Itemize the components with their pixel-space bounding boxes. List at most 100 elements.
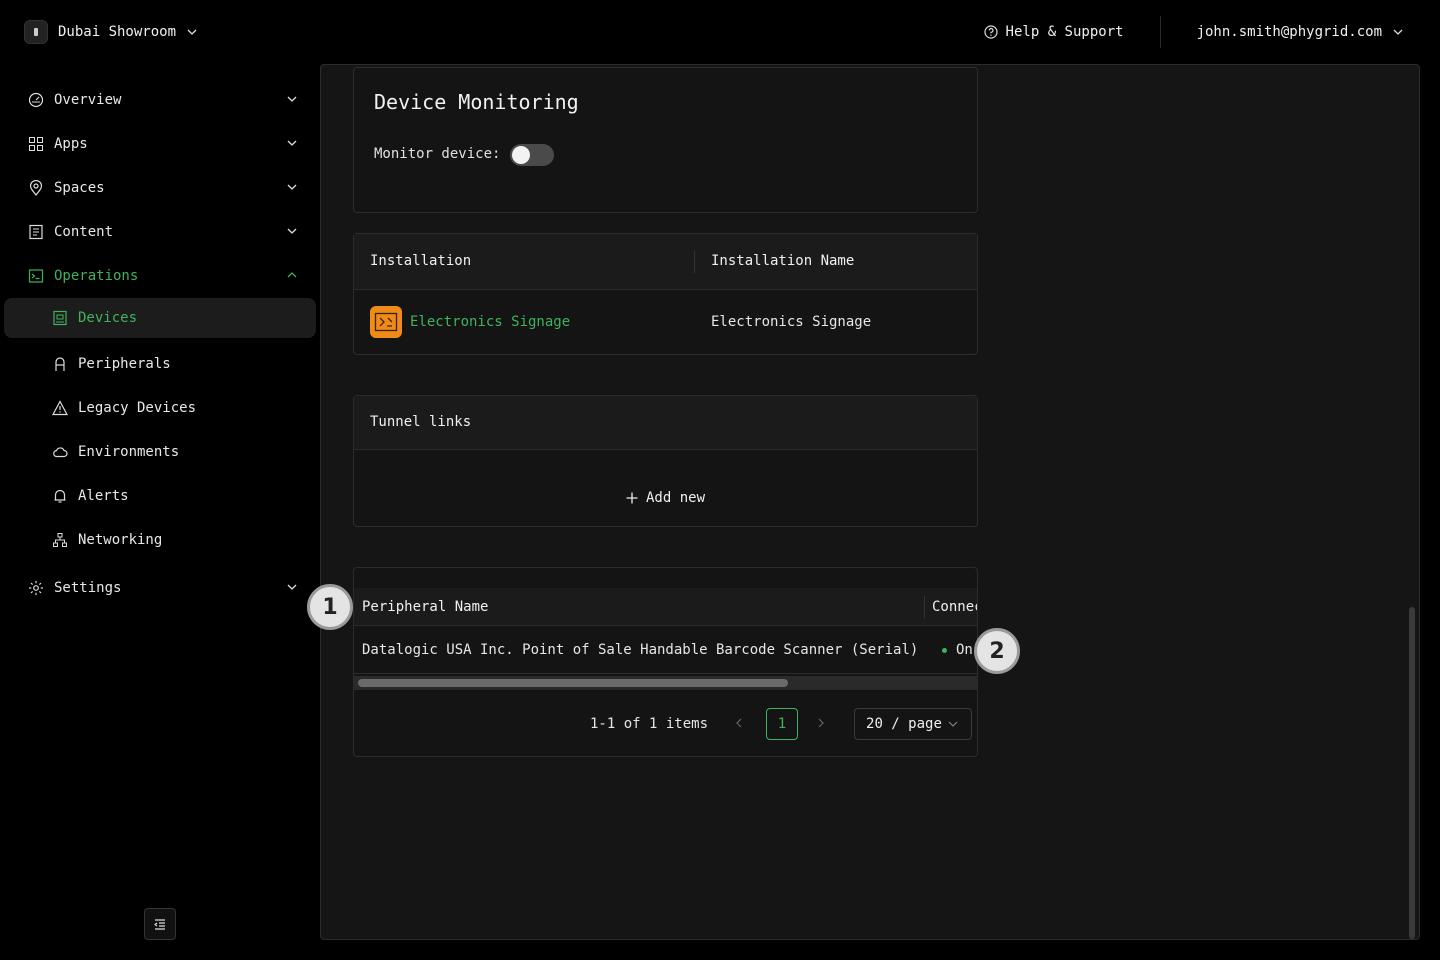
next-page-button[interactable]: [816, 716, 826, 732]
column-header-connection: Connec: [932, 599, 978, 615]
sidebar-item-content[interactable]: Content: [0, 210, 320, 254]
add-new-label: Add new: [646, 490, 706, 506]
cloud-icon: [52, 444, 68, 460]
sidebar-item-settings[interactable]: Settings: [0, 566, 320, 610]
installation-link[interactable]: Electronics Signage: [410, 314, 570, 330]
tunnel-links-card: Tunnel links Add new: [353, 395, 978, 527]
scrollbar-thumb[interactable]: [358, 679, 788, 687]
prev-page-button[interactable]: [734, 716, 744, 732]
main-panel: Device Monitoring Monitor device: Instal…: [320, 64, 1420, 940]
peripheral-icon: [52, 356, 68, 372]
grid-icon: [28, 136, 44, 152]
terminal-icon: [28, 268, 44, 284]
monitor-device-toggle[interactable]: [510, 144, 554, 166]
app-icon: [370, 306, 402, 338]
plus-icon: [626, 492, 638, 504]
sidebar-item-label: Spaces: [54, 180, 105, 196]
page-size-value: 20 / page: [866, 716, 942, 732]
connection-status-cell: On: [956, 642, 973, 658]
chevron-right-icon: [818, 718, 824, 728]
peripherals-table: Peripheral Name Connec Datalogic USA Inc…: [353, 567, 978, 757]
sidebar-item-label: Networking: [78, 532, 163, 548]
gear-icon: [28, 580, 44, 596]
device-icon: [52, 310, 68, 326]
add-new-tunnel-button[interactable]: Add new: [626, 490, 705, 506]
status-dot-icon: [942, 648, 947, 653]
help-support-link[interactable]: Help & Support: [983, 24, 1124, 40]
sidebar-item-legacy-devices[interactable]: Legacy Devices: [0, 386, 320, 430]
peripheral-name-cell: Datalogic USA Inc. Point of Sale Handabl…: [362, 642, 919, 658]
column-divider: [924, 596, 925, 618]
collapse-menu-icon: [154, 919, 165, 930]
collapse-sidebar-button[interactable]: [144, 908, 176, 940]
pagination-summary: 1-1 of 1 items: [590, 716, 709, 732]
sidebar-item-label: Settings: [54, 580, 122, 596]
chevron-down-icon: [287, 584, 297, 590]
network-icon: [52, 532, 68, 548]
tunnel-links-header: Tunnel links: [354, 396, 977, 450]
chevron-down-icon: [948, 721, 958, 727]
org-name: Dubai Showroom: [58, 24, 177, 40]
sidebar-item-devices[interactable]: Devices: [4, 298, 316, 338]
gauge-icon: [28, 92, 44, 108]
bell-icon: [52, 488, 68, 504]
sidebar-item-label: Operations: [54, 268, 139, 284]
tunnel-links-title: Tunnel links: [370, 414, 472, 430]
help-label: Help & Support: [1005, 24, 1124, 40]
column-header-installation: Installation: [370, 253, 472, 269]
table-header: Installation Installation Name: [354, 234, 977, 290]
device-monitoring-title: Device Monitoring: [374, 90, 579, 114]
document-icon: [28, 224, 44, 240]
warning-icon: [52, 400, 68, 416]
sidebar: Overview Apps Spaces Content Operations …: [0, 78, 320, 610]
org-logo-icon: [24, 20, 48, 44]
step-marker-2: 2: [974, 628, 1020, 674]
sidebar-item-label: Apps: [54, 136, 88, 152]
sidebar-item-label: Alerts: [78, 488, 129, 504]
sidebar-item-networking[interactable]: Networking: [0, 518, 320, 562]
column-header-installation-name: Installation Name: [711, 253, 855, 269]
column-header-peripheral-name: Peripheral Name: [362, 599, 489, 615]
horizontal-scrollbar[interactable]: [354, 676, 977, 690]
sidebar-item-apps[interactable]: Apps: [0, 122, 320, 166]
column-divider: [694, 251, 695, 273]
sidebar-item-label: Overview: [54, 92, 122, 108]
divider: [1159, 16, 1161, 48]
installation-table: Installation Installation Name Electroni…: [353, 233, 978, 355]
sidebar-item-environments[interactable]: Environments: [0, 430, 320, 474]
chevron-down-icon: [287, 228, 297, 234]
page-1-button[interactable]: 1: [766, 708, 799, 740]
chevron-up-icon: [287, 272, 297, 278]
user-email: john.smith@phygrid.com: [1196, 24, 1382, 40]
sidebar-item-label: Legacy Devices: [78, 400, 197, 416]
sidebar-item-peripherals[interactable]: Peripherals: [0, 342, 320, 386]
sidebar-item-overview[interactable]: Overview: [0, 78, 320, 122]
chevron-down-icon: [287, 140, 297, 146]
table-header: Peripheral Name Connec: [354, 588, 977, 626]
chevron-left-icon: [736, 718, 742, 728]
sidebar-item-label: Peripherals: [78, 356, 171, 372]
chevron-down-icon: [1393, 29, 1403, 35]
chevron-down-icon: [287, 96, 297, 102]
vertical-scrollbar[interactable]: [1409, 607, 1415, 939]
table-row: Electronics Signage Electronics Signage: [354, 290, 977, 354]
top-right-bar: Help & Support john.smith@phygrid.com: [983, 14, 1404, 50]
org-switcher[interactable]: Dubai Showroom: [24, 20, 198, 44]
page-size-select[interactable]: 20 / page: [854, 708, 973, 740]
help-icon: [983, 25, 998, 39]
installation-name-cell: Electronics Signage: [711, 314, 872, 330]
sidebar-item-operations[interactable]: Operations: [0, 254, 320, 298]
sidebar-item-label: Devices: [78, 310, 138, 326]
chevron-down-icon: [287, 184, 297, 190]
sidebar-item-label: Environments: [78, 444, 180, 460]
sidebar-item-label: Content: [54, 224, 114, 240]
device-monitoring-card: Device Monitoring Monitor device:: [353, 67, 978, 213]
table-row[interactable]: Datalogic USA Inc. Point of Sale Handabl…: [354, 628, 977, 674]
sidebar-item-spaces[interactable]: Spaces: [0, 166, 320, 210]
sidebar-item-alerts[interactable]: Alerts: [0, 474, 320, 518]
step-marker-1: 1: [307, 584, 353, 630]
user-menu[interactable]: john.smith@phygrid.com: [1197, 24, 1404, 40]
pagination: 1-1 of 1 items 1 20 / page: [590, 708, 973, 740]
toggle-knob: [512, 146, 530, 164]
monitor-device-label: Monitor device:: [374, 146, 501, 162]
